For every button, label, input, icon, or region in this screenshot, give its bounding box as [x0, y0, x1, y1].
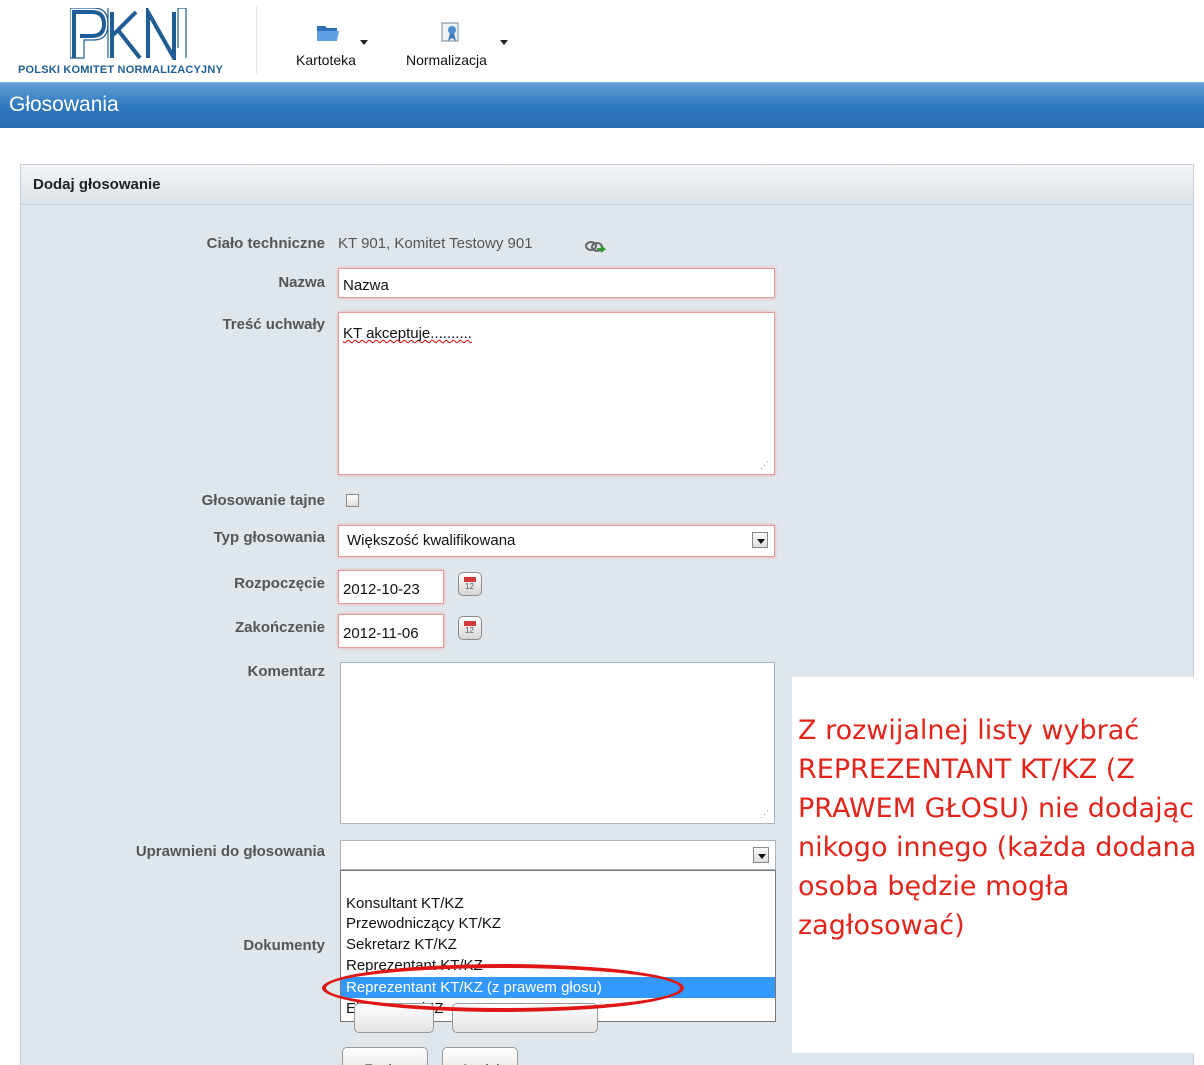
- instruction-callout: Z rozwijalnej listy wybrać REPREZENTANT …: [792, 677, 1204, 1053]
- folder-icon: [317, 26, 339, 41]
- end-date-input[interactable]: [338, 614, 444, 648]
- pkn-logo[interactable]: POLSKI KOMITET NORMALIZACYJNY: [16, 8, 248, 76]
- instruction-text: Z rozwijalnej listy wybrać REPREZENTANT …: [798, 715, 1197, 941]
- chevron-down-icon: [500, 40, 508, 45]
- calendar-icon[interactable]: [458, 572, 482, 596]
- calendar-icon[interactable]: [458, 616, 482, 640]
- highlight-ellipse: [322, 964, 684, 1012]
- resize-grip-icon[interactable]: ⋰: [760, 809, 770, 819]
- comment-label: Komentarz: [247, 663, 325, 680]
- panel-title: Dodaj głosowanie: [33, 176, 161, 193]
- menu-label: Normalizacja: [406, 52, 487, 68]
- vote-type-label: Typ głosowania: [213, 529, 325, 546]
- cancel-button[interactable]: Anuluj: [442, 1047, 518, 1065]
- start-date-input[interactable]: [338, 570, 444, 604]
- title-bar: Głosowania: [0, 82, 1204, 128]
- page-title: Głosowania: [9, 93, 119, 116]
- certificate-icon: [441, 22, 459, 42]
- vote-type-select[interactable]: Większość kwalifikowana: [338, 525, 775, 557]
- technical-body-label: Ciało techniczne: [206, 235, 325, 252]
- pkn-logo-mark: [70, 8, 187, 60]
- technical-body-text: KT 901, Komitet Testowy 901: [338, 235, 533, 252]
- dropdown-option[interactable]: Sekretarz KT/KZ: [341, 934, 775, 955]
- top-header: POLSKI KOMITET NORMALIZACYJNY Kartoteka …: [0, 0, 1204, 82]
- vote-type-value: Większość kwalifikowana: [347, 532, 516, 549]
- dropdown-arrow-icon[interactable]: [753, 847, 769, 863]
- header-divider: [256, 6, 257, 74]
- eligible-select[interactable]: [340, 840, 776, 870]
- dropdown-option[interactable]: Przewodniczący KT/KZ: [341, 913, 775, 934]
- start-date-label: Rozpoczęcie: [234, 575, 325, 592]
- resize-grip-icon[interactable]: ⋰: [760, 460, 770, 470]
- menu-label: Kartoteka: [296, 52, 356, 68]
- chevron-down-icon: [360, 40, 368, 45]
- logo-text: POLSKI KOMITET NORMALIZACYJNY: [18, 64, 224, 76]
- resolution-text: KT akceptuje..........: [343, 325, 472, 342]
- resolution-textarea[interactable]: KT akceptuje.......... ⋰: [338, 312, 775, 475]
- documents-label: Dokumenty: [243, 937, 325, 954]
- dropdown-arrow-icon[interactable]: [752, 532, 768, 548]
- panel-header: Dodaj głosowanie: [21, 165, 1193, 205]
- menu-kartoteka[interactable]: Kartoteka: [290, 16, 370, 76]
- secret-vote-label: Głosowanie tajne: [201, 492, 325, 509]
- name-label: Nazwa: [278, 274, 325, 291]
- technical-body-value: KT 901, Komitet Testowy 901: [338, 235, 606, 253]
- link-icon[interactable]: [584, 239, 606, 255]
- eligible-label: Uprawnieni do głosowania: [135, 843, 325, 860]
- dropdown-option[interactable]: Konsultant KT/KZ: [341, 893, 775, 914]
- secret-vote-checkbox[interactable]: [346, 494, 359, 507]
- menu-normalizacja[interactable]: Normalizacja: [402, 16, 510, 76]
- comment-textarea[interactable]: ⋰: [340, 662, 775, 824]
- save-button[interactable]: Zapisz: [342, 1047, 428, 1065]
- resolution-label: Treść uchwały: [222, 316, 325, 333]
- name-input[interactable]: [338, 268, 775, 298]
- end-date-label: Zakończenie: [234, 619, 325, 636]
